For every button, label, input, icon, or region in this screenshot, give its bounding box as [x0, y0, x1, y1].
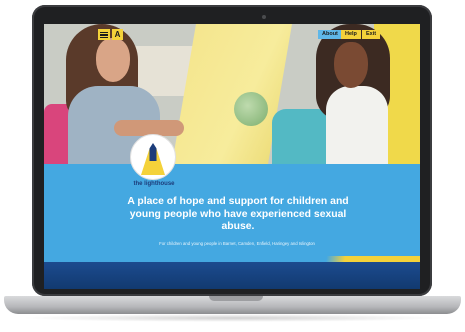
- photo-child-face: [334, 42, 368, 88]
- about-button[interactable]: About: [318, 30, 342, 39]
- navy-footer-band: [44, 262, 420, 289]
- hero-headline: A place of hope and support for children…: [127, 196, 349, 233]
- text-size-button[interactable]: A: [112, 29, 123, 40]
- help-button[interactable]: Help: [341, 30, 361, 39]
- logo-name: the lighthouse: [133, 181, 175, 187]
- laptop-notch: [209, 296, 263, 301]
- hero-subline: For children and young people in Barnet,…: [159, 241, 315, 246]
- laptop-shadow: [20, 314, 445, 322]
- exit-button[interactable]: Exit: [362, 30, 381, 39]
- photo-teal-chair: [272, 109, 332, 164]
- webcam: [262, 15, 266, 19]
- laptop-base: [4, 296, 461, 314]
- lightbulb-icon: [234, 92, 268, 126]
- photo-adult-face: [96, 38, 130, 82]
- photo-child-body: [326, 86, 388, 164]
- lighthouse-logo[interactable]: [130, 134, 176, 180]
- hero-photo: [44, 24, 420, 164]
- website-screen: A About Help Exit the lighthouse A place…: [44, 24, 420, 289]
- hamburger-menu-icon[interactable]: [98, 29, 110, 40]
